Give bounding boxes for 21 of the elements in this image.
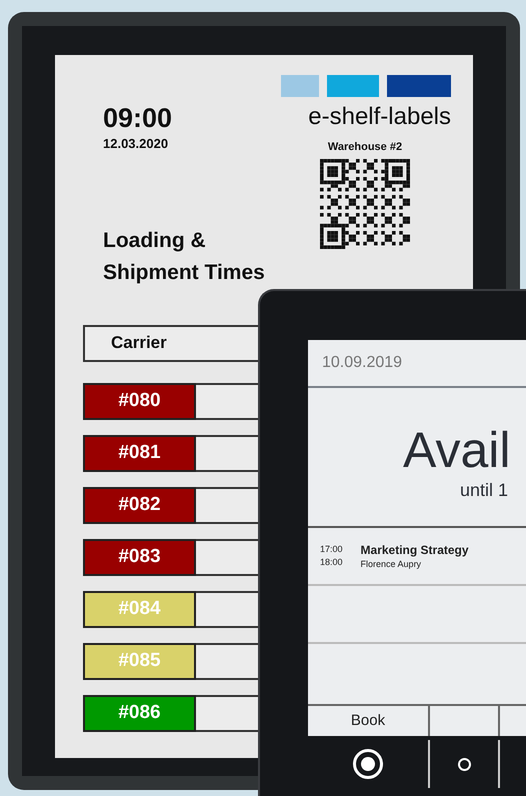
location-text: Warehouse #2 <box>328 140 402 155</box>
title-text: Shipment Times <box>103 260 266 286</box>
carrier-id-cell: #081 <box>83 434 196 472</box>
carrier-id-cell: #082 <box>83 486 196 524</box>
carrier-id-cell: #080 <box>83 382 196 420</box>
event-organizer: Florence Aupry <box>360 558 422 570</box>
event-start-time: 17:00 <box>320 543 343 556</box>
carrier-id-cell: #086 <box>83 694 196 732</box>
title-text: Loading & <box>103 228 207 254</box>
date-text: 12.03.2020 <box>103 135 170 153</box>
time-text: 09:00 <box>103 102 172 134</box>
status-text: Avail <box>403 423 512 477</box>
event-title: Marketing Strategy <box>360 542 469 558</box>
carrier-id-cell: #083 <box>83 538 196 576</box>
brand-text: e-shelf-labels <box>308 102 451 132</box>
ring-button[interactable] <box>353 749 383 779</box>
carrier-id-cell: #084 <box>83 590 196 628</box>
carrier-id-cell: #085 <box>83 642 196 680</box>
until-text: until 1 <box>460 479 510 502</box>
small-ring-button[interactable] <box>458 758 470 770</box>
event-end-time: 18:00 <box>320 556 343 569</box>
